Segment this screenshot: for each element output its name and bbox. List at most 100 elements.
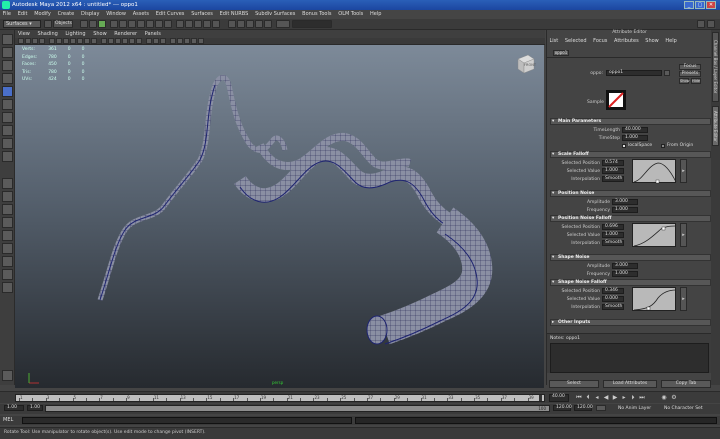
shape-amp-field[interactable]: 3.000 [612, 263, 638, 269]
layout-graph-icon[interactable] [2, 230, 13, 241]
select-button[interactable]: Select [549, 380, 599, 388]
pos-freq-field[interactable]: 1.000 [612, 207, 638, 213]
ribbon-mesh[interactable] [15, 45, 544, 388]
select-deform-icon[interactable] [146, 20, 154, 28]
snap-grid-icon[interactable] [176, 20, 184, 28]
gate-mask-icon[interactable] [70, 38, 76, 44]
node-type-icon[interactable] [664, 70, 670, 76]
character-set-label[interactable]: No Character Set [664, 406, 703, 411]
view-cube[interactable]: FRONT [514, 53, 536, 75]
anim-layer-label[interactable]: No Anim Layer [618, 406, 651, 411]
rotate-tool-icon[interactable] [2, 86, 13, 97]
node-name-field[interactable]: oppo1 [606, 70, 662, 76]
auto-key-icon[interactable]: ◉ [660, 394, 668, 402]
scale-interp-dropdown[interactable]: Smooth [602, 176, 624, 182]
menu-create[interactable]: Create [58, 11, 75, 17]
play-forwards-icon[interactable]: ▶ [611, 394, 619, 402]
wireframe-on-shaded-icon[interactable] [115, 38, 121, 44]
shape-ramp-expand-button[interactable]: ▸ [680, 287, 687, 311]
textured-icon[interactable] [122, 38, 128, 44]
step-back-icon[interactable]: ⏴ [584, 394, 592, 402]
hide-button[interactable]: Hide [691, 78, 701, 84]
safe-action-icon[interactable] [84, 38, 90, 44]
anim-start-field[interactable]: 1.00 [4, 405, 24, 411]
notes-textarea[interactable] [550, 343, 709, 373]
hypershade-icon[interactable] [264, 20, 272, 28]
shapefall-interp-dropdown[interactable]: Smooth [602, 304, 624, 310]
ae-menu-show[interactable]: Show [645, 38, 659, 44]
menu-window[interactable]: Window [106, 11, 126, 17]
scale-pos-field[interactable]: 0.574 [602, 160, 624, 166]
close-button[interactable]: ✕ [706, 1, 716, 9]
section-scale-falloff[interactable]: Scale Falloff [550, 151, 711, 158]
tab-channel-box[interactable]: Channel Box / Layer Editor [712, 32, 719, 102]
presets-button[interactable]: Presets [679, 71, 701, 77]
shapefall-val-field[interactable]: 0.000 [602, 296, 624, 302]
snap-view-icon[interactable] [203, 20, 211, 28]
time-slider-track[interactable]: 1 3 5 7 9 11 13 15 17 19 21 23 25 27 29 31 33 35 37 39 [15, 394, 545, 402]
safe-title-icon[interactable] [91, 38, 97, 44]
posfall-pos-field[interactable]: 0.696 [602, 224, 624, 230]
local-space-checkbox[interactable] [622, 144, 626, 148]
ipr-render-icon[interactable] [246, 20, 254, 28]
xray-joints-icon[interactable] [153, 38, 159, 44]
scale-ramp-expand-button[interactable]: ▸ [680, 159, 687, 183]
menu-surfaces[interactable]: Surfaces [191, 11, 213, 17]
command-input[interactable] [22, 417, 352, 424]
selection-mode-objects[interactable]: Objects [53, 20, 73, 28]
panel-menu-shading[interactable]: Shading [37, 31, 57, 37]
panel-menu-view[interactable]: View [18, 31, 30, 37]
history-icon[interactable] [228, 20, 236, 28]
soft-mod-icon[interactable] [2, 125, 13, 136]
range-bar[interactable]: 100 [45, 405, 550, 412]
from-origin-checkbox[interactable] [661, 144, 665, 148]
paint-select-icon[interactable] [2, 60, 13, 71]
menu-help[interactable]: Help [370, 11, 381, 17]
grid-toggle-icon[interactable] [49, 38, 55, 44]
menu-edit[interactable]: Edit [18, 11, 28, 17]
hierarchy-mode-icon[interactable] [80, 20, 88, 28]
go-to-end-icon[interactable]: ⏭ [638, 394, 646, 402]
time-step-field[interactable]: 1.000 [622, 135, 648, 141]
last-tool-icon[interactable] [2, 151, 13, 162]
ambient-occlusion-icon[interactable] [177, 38, 183, 44]
object-mode-icon[interactable] [89, 20, 97, 28]
play-backwards-icon[interactable]: ◀ [602, 394, 610, 402]
shape-falloff-ramp[interactable] [632, 287, 677, 311]
step-forward-icon[interactable]: ⏵ [629, 394, 637, 402]
menu-display[interactable]: Display [81, 11, 99, 17]
ae-menu-selected[interactable]: Selected [565, 38, 587, 44]
panel-menu-show[interactable]: Show [93, 31, 107, 37]
layout-outliner-icon[interactable] [2, 217, 13, 228]
toggle-channel-box-icon[interactable] [707, 20, 715, 28]
layout-outliner-persp-icon[interactable] [2, 282, 13, 293]
scale-tool-icon[interactable] [2, 99, 13, 110]
menu-edit-nurbs[interactable]: Edit NURBS [220, 11, 249, 17]
quick-select-input[interactable] [292, 20, 332, 28]
menu-edit-curves[interactable]: Edit Curves [156, 11, 185, 17]
snap-curve-icon[interactable] [185, 20, 193, 28]
menu-assets[interactable]: Assets [133, 11, 149, 17]
posfall-val-field[interactable]: 1.000 [602, 232, 624, 238]
maximize-button[interactable]: ▢ [695, 1, 705, 9]
snap-point-icon[interactable] [194, 20, 202, 28]
layout-single-icon[interactable] [2, 178, 13, 189]
layout-custom-icon[interactable] [2, 256, 13, 267]
section-shape-noise-falloff[interactable]: Shape Noise Falloff [550, 279, 711, 286]
current-time-marker[interactable] [539, 395, 542, 401]
section-shape-noise[interactable]: Shape Noise [550, 254, 711, 261]
camera-attr-icon[interactable] [25, 38, 31, 44]
motion-blur-icon[interactable] [184, 38, 190, 44]
select-dynamic-icon[interactable] [155, 20, 163, 28]
smooth-shade-icon[interactable] [108, 38, 114, 44]
shape-freq-field[interactable]: 1.000 [612, 271, 638, 277]
bookmark-icon[interactable] [32, 38, 38, 44]
current-frame-field[interactable]: 40.00 [549, 394, 569, 402]
step-forward-key-icon[interactable]: ▸ [620, 394, 628, 402]
ae-menu-help[interactable]: Help [665, 38, 676, 44]
panel-menu-panels[interactable]: Panels [145, 31, 161, 37]
shapefall-pos-field[interactable]: 0.346 [602, 288, 624, 294]
shadows-icon[interactable] [136, 38, 142, 44]
viewport2-icon[interactable] [170, 38, 176, 44]
anim-layer-icon[interactable] [596, 405, 606, 411]
